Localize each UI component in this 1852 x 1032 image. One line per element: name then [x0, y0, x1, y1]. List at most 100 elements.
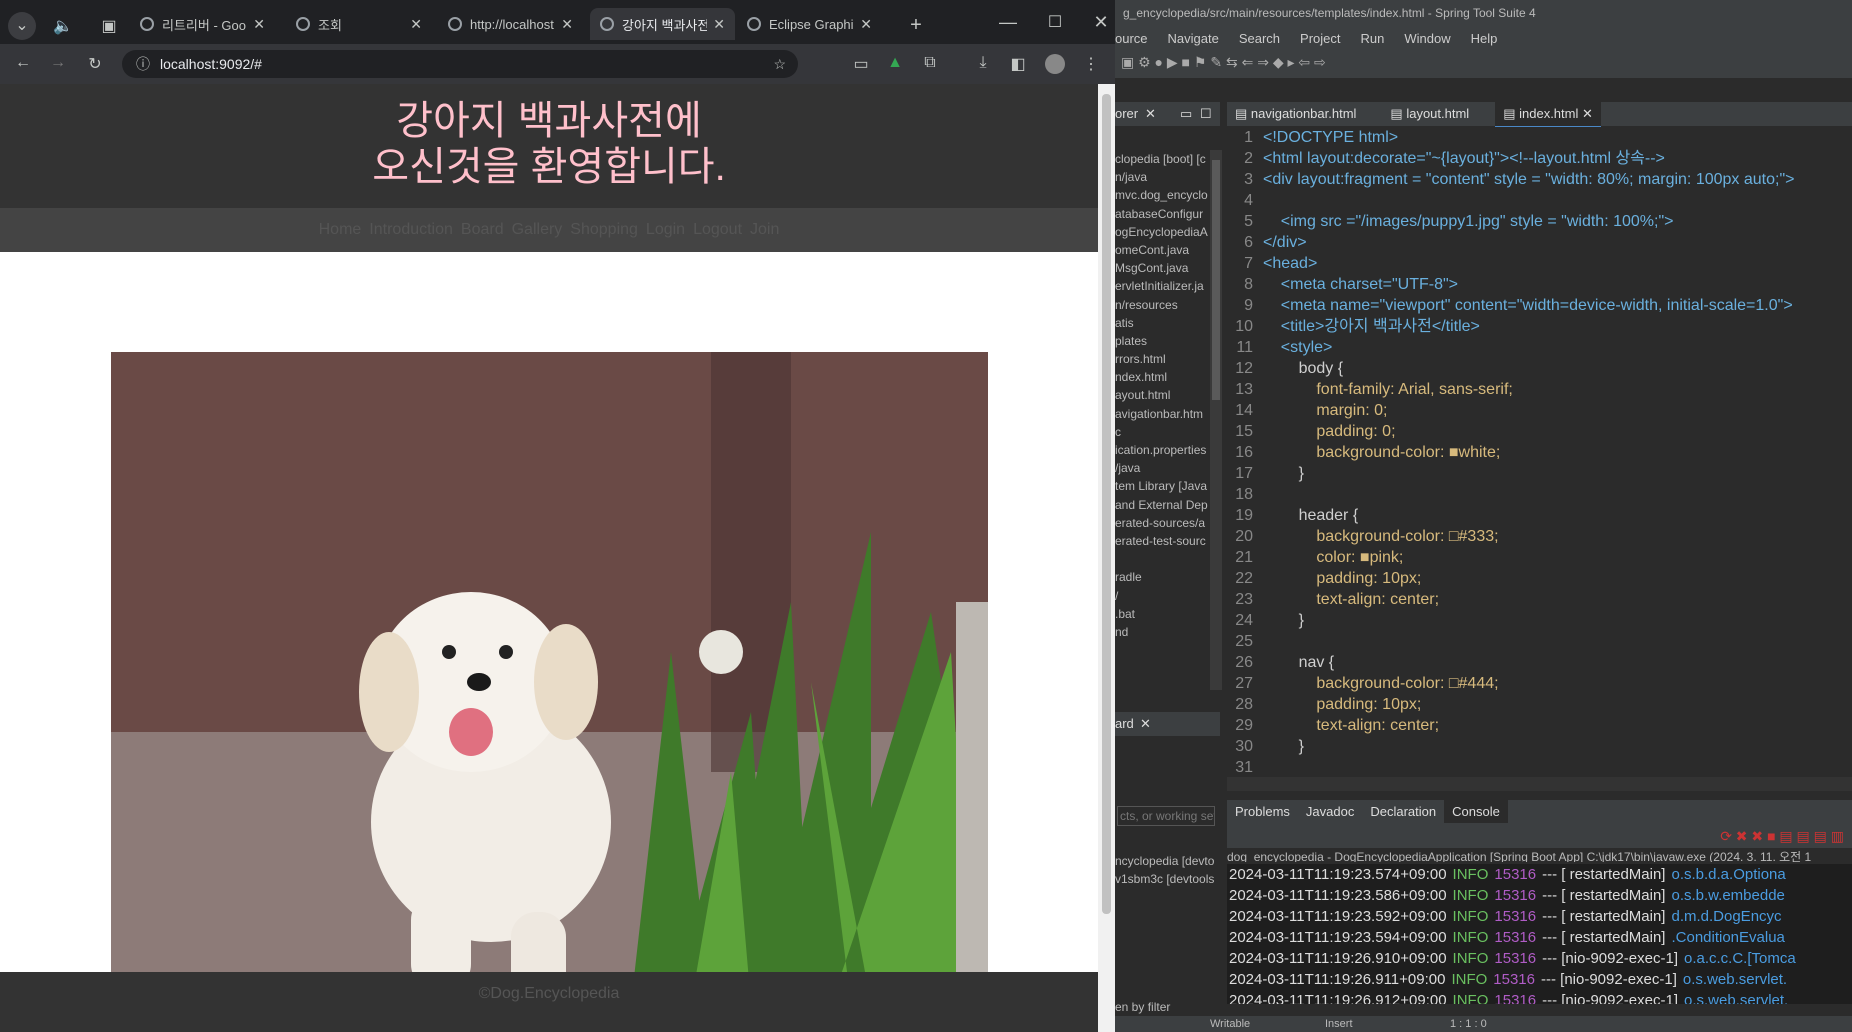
explorer-item[interactable]: ndex.html [1115, 368, 1210, 386]
editor-tab[interactable]: ▤ index.html ✕ [1495, 102, 1601, 128]
board-close-icon[interactable]: ✕ [1140, 716, 1151, 732]
explorer-scrollbar-thumb[interactable] [1212, 160, 1220, 400]
tab-close-icon[interactable]: ✕ [247, 16, 265, 33]
page-scrollbar[interactable] [1098, 84, 1115, 1032]
explorer-item[interactable]: .bat [1115, 605, 1210, 623]
tab-search-icon[interactable]: ⌄ [8, 12, 36, 40]
nav-link-login[interactable]: Login [646, 221, 685, 238]
explorer-item[interactable]: / [1115, 587, 1210, 605]
nav-link-gallery[interactable]: Gallery [512, 221, 563, 238]
download-icon[interactable]: ⤓ [970, 54, 996, 72]
explorer-item[interactable]: omeCont.java [1115, 241, 1210, 259]
bottom-tab-declaration[interactable]: Declaration [1362, 800, 1444, 823]
forward-icon[interactable]: → [45, 54, 71, 72]
board-filter-input[interactable]: cts, or working set [1117, 806, 1215, 826]
explorer-item[interactable]: rrors.html [1115, 350, 1210, 368]
minimize-button[interactable]: — [995, 12, 1021, 33]
explorer-item[interactable]: c [1115, 423, 1210, 441]
explorer-item[interactable]: nd [1115, 623, 1210, 641]
maximize-button[interactable]: ☐ [1042, 12, 1068, 32]
explorer-minimize-icon[interactable]: ▭ [1180, 106, 1192, 122]
explorer-item[interactable]: erated-sources/a [1115, 514, 1210, 532]
side-panel-icon[interactable]: ◧ [1005, 54, 1031, 74]
menu-icon[interactable]: ⋮ [1078, 54, 1104, 74]
explorer-item[interactable]: n/resources [1115, 296, 1210, 314]
tab-close-icon[interactable]: ✕ [854, 16, 872, 33]
bottom-tab-javadoc[interactable]: Javadoc [1298, 800, 1362, 823]
explorer-item[interactable]: ication.properties [1115, 441, 1210, 459]
explorer-item[interactable]: ayout.html [1115, 386, 1210, 404]
ide-menu-item[interactable]: Project [1300, 31, 1340, 46]
tab-group-icon[interactable]: ▣ [96, 16, 122, 36]
boot-dashboard-item[interactable]: v1sbm3c [devtools [1115, 870, 1220, 888]
close-window-button[interactable]: ✕ [1088, 12, 1114, 33]
explorer-item[interactable]: clopedia [boot] [c [1115, 150, 1210, 168]
explorer-item[interactable]: tem Library [Java [1115, 477, 1210, 495]
explorer-item[interactable]: avigationbar.htm [1115, 405, 1210, 423]
browser-tab[interactable]: Eclipse Graphi ✕ [737, 8, 882, 40]
tab-close-icon[interactable]: ✕ [707, 16, 725, 33]
explorer-item[interactable]: and External Dep [1115, 496, 1210, 514]
editor-tab-close-icon[interactable]: ✕ [1578, 106, 1593, 121]
nav-link-board[interactable]: Board [461, 221, 504, 238]
editor-hscrollbar[interactable] [1227, 777, 1852, 791]
ide-menu-item[interactable]: Navigate [1168, 31, 1219, 46]
code-text: <style> [1263, 339, 1333, 356]
ide-menu-item[interactable]: Help [1471, 31, 1498, 46]
ide-menu-item[interactable]: Run [1361, 31, 1385, 46]
console-output[interactable]: 2024-03-11T11:19:23.574+09:00 INFO 15316 --… [1227, 864, 1852, 1004]
editor-tab[interactable]: ▤ navigationbar.html [1227, 102, 1364, 126]
ide-menu-item[interactable]: ource [1115, 31, 1148, 46]
explorer-item[interactable]: radle [1115, 568, 1210, 586]
browser-tab[interactable]: 강아지 백과사전 ✕ [590, 8, 735, 40]
tab-close-icon[interactable]: ✕ [404, 16, 422, 33]
editor-tab[interactable]: ▤ layout.html [1382, 102, 1477, 126]
explorer-item[interactable]: ogEncyclopediaA [1115, 223, 1210, 241]
status-item: 1 : 1 : 0 [1450, 1018, 1487, 1030]
explorer-item[interactable]: /java [1115, 459, 1210, 477]
explorer-item[interactable]: ervletInitializer.ja [1115, 277, 1210, 295]
explorer-item[interactable]: atis [1115, 314, 1210, 332]
explorer-item[interactable]: MsgCont.java [1115, 259, 1210, 277]
nav-link-logout[interactable]: Logout [693, 221, 742, 238]
explorer-item[interactable]: erated-test-sourc [1115, 532, 1210, 550]
speaker-icon[interactable]: 🔈 [50, 16, 76, 36]
address-bar[interactable]: ⓘ localhost:9092/# ☆ [122, 50, 798, 78]
ide-menu-item[interactable]: Window [1404, 31, 1450, 46]
ide-title: g_encyclopedia/src/main/resources/templa… [1115, 0, 1852, 28]
tab-close-icon[interactable]: ✕ [555, 16, 573, 33]
explorer-item[interactable]: plates [1115, 332, 1210, 350]
console-line: 2024-03-11T11:19:23.594+09:00 INFO 15316 --… [1229, 927, 1852, 948]
boot-dashboard-item[interactable]: ncyclopedia [devto [1115, 852, 1220, 870]
nav-link-shopping[interactable]: Shopping [570, 221, 638, 238]
explorer-close-icon[interactable]: ✕ [1145, 106, 1156, 122]
page-scrollbar-thumb[interactable] [1102, 94, 1111, 914]
explorer-item[interactable]: n/java [1115, 168, 1210, 186]
terminate-icon[interactable]: ■ [1767, 828, 1775, 844]
nav-link-join[interactable]: Join [750, 221, 779, 238]
bookmark-star-icon[interactable]: ☆ [773, 56, 786, 73]
drive-icon[interactable]: ▲ [882, 54, 908, 72]
ide-menu-item[interactable]: Search [1239, 31, 1280, 46]
explorer-maximize-icon[interactable]: ☐ [1200, 106, 1212, 122]
browser-tab[interactable]: 리트리버 - Goo ✕ [130, 8, 275, 40]
profile-avatar[interactable] [1045, 54, 1065, 74]
nav-link-home[interactable]: Home [319, 221, 362, 238]
cast-icon[interactable]: ▭ [848, 54, 874, 74]
browser-tab[interactable]: http://localhost ✕ [438, 8, 583, 40]
reload-icon[interactable]: ↻ [82, 54, 108, 74]
explorer-item[interactable] [1115, 550, 1210, 568]
code-editor[interactable]: 1 <!DOCTYPE html> 2 <html layout:decorate="… [1227, 127, 1852, 777]
explorer-scrollbar[interactable] [1210, 150, 1222, 690]
explorer-item[interactable]: mvc.dog_encyclo [1115, 186, 1210, 204]
explorer-item[interactable]: atabaseConfigur [1115, 205, 1210, 223]
site-info-icon[interactable]: ⓘ [136, 54, 150, 74]
new-tab-button[interactable]: + [903, 14, 929, 37]
nav-link-introduction[interactable]: Introduction [369, 221, 453, 238]
back-icon[interactable]: ← [10, 54, 36, 72]
site-title-line1: 강아지 백과사전에 [396, 99, 702, 143]
extensions-icon[interactable]: ⧉ [917, 54, 943, 72]
browser-tab[interactable]: 조회 ✕ [286, 8, 432, 40]
bottom-tab-problems[interactable]: Problems [1227, 800, 1298, 823]
bottom-tab-console[interactable]: Console [1444, 800, 1508, 823]
